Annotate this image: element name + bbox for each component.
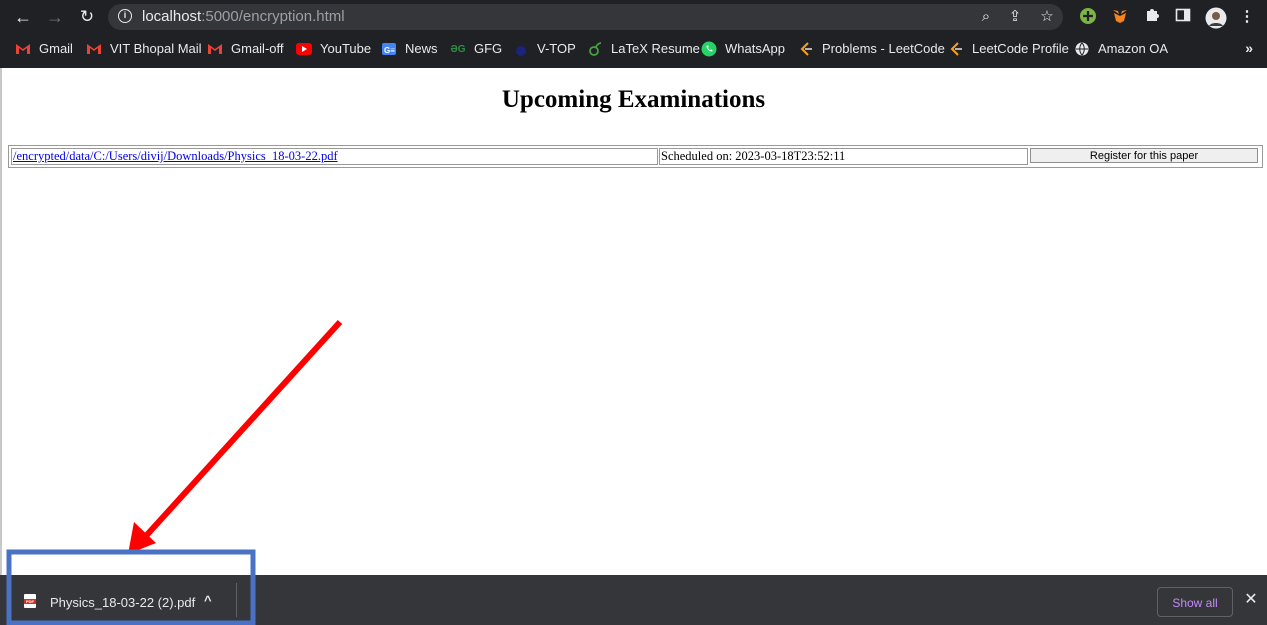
metamask-fox-icon[interactable] bbox=[1110, 7, 1130, 27]
bookmark-gfg[interactable]: ƏG GFG bbox=[450, 40, 502, 58]
show-all-button[interactable]: Show all bbox=[1157, 587, 1233, 617]
page-left-border bbox=[0, 68, 2, 575]
youtube-icon bbox=[296, 41, 312, 57]
zoom-icon[interactable]: ⌕ bbox=[977, 8, 995, 26]
bookmark-youtube[interactable]: YouTube bbox=[296, 40, 371, 58]
bookmark-gmail-off[interactable]: Gmail-off bbox=[207, 40, 284, 58]
exam-register-cell: Register for this paper bbox=[1029, 148, 1261, 165]
site-info-icon[interactable]: i bbox=[118, 9, 132, 23]
exam-file-link[interactable]: /encrypted/data/C:/Users/divij/Downloads… bbox=[13, 149, 338, 163]
register-button[interactable]: Register for this paper bbox=[1030, 148, 1258, 163]
menu-kebab-icon[interactable]: ⋮ bbox=[1237, 7, 1257, 27]
gmail-icon bbox=[15, 41, 31, 57]
bookmark-news[interactable]: G≡ News bbox=[381, 40, 438, 58]
forward-arrow-icon[interactable]: → bbox=[44, 6, 66, 28]
chevron-up-icon[interactable]: ^ bbox=[204, 593, 212, 609]
close-icon[interactable]: ✕ bbox=[1242, 591, 1260, 609]
bookmark-v-top[interactable]: V-TOP bbox=[513, 40, 576, 58]
extension-plus-icon[interactable] bbox=[1078, 7, 1098, 27]
leetcode-icon bbox=[948, 41, 964, 57]
exam-table: /encrypted/data/C:/Users/divij/Downloads… bbox=[8, 145, 1263, 168]
address-bar[interactable]: i localhost:5000/encryption.html ⌕ ⇪ ☆ bbox=[108, 4, 1063, 30]
overleaf-icon bbox=[587, 41, 603, 57]
bookmarks-bar: Gmail VIT Bhopal Mail Gmail-off YouTube … bbox=[0, 34, 1267, 64]
whatsapp-icon bbox=[701, 41, 717, 57]
bookmarks-overflow-chevron-icon[interactable]: » bbox=[1245, 40, 1253, 56]
browser-chrome: ← → ↻ i localhost:5000/encryption.html ⌕… bbox=[0, 0, 1267, 68]
profile-avatar-icon[interactable] bbox=[1205, 7, 1227, 29]
download-item[interactable]: PDF Physics_18-03-22 (2).pdf ^ bbox=[18, 575, 236, 625]
gmail-icon bbox=[86, 41, 102, 57]
pdf-file-icon: PDF bbox=[24, 594, 36, 608]
back-arrow-icon[interactable]: ← bbox=[12, 6, 34, 28]
bookmark-latex-resume[interactable]: LaTeX Resume bbox=[587, 40, 700, 58]
share-icon[interactable]: ⇪ bbox=[1006, 8, 1024, 26]
exam-file-cell: /encrypted/data/C:/Users/divij/Downloads… bbox=[11, 148, 658, 165]
vtop-icon bbox=[513, 41, 529, 57]
page-title: Upcoming Examinations bbox=[501, 86, 766, 113]
navigation-bar: ← → ↻ i localhost:5000/encryption.html ⌕… bbox=[0, 0, 1267, 34]
side-panel-icon[interactable] bbox=[1173, 7, 1193, 27]
bookmark-star-icon[interactable]: ☆ bbox=[1038, 8, 1056, 26]
url-text[interactable]: localhost:5000/encryption.html bbox=[142, 9, 345, 25]
bookmark-amazon-oa[interactable]: Amazon OA bbox=[1074, 40, 1168, 58]
download-file-name[interactable]: Physics_18-03-22 (2).pdf bbox=[50, 595, 195, 611]
gfg-icon: ƏG bbox=[450, 43, 466, 55]
gmail-icon bbox=[207, 41, 223, 57]
exam-schedule-cell: Scheduled on: 2023-03-18T23:52:11 bbox=[659, 148, 1028, 165]
annotation-arrow-shaft bbox=[142, 319, 343, 540]
bookmark-whatsapp[interactable]: WhatsApp bbox=[701, 40, 785, 58]
reload-icon[interactable]: ↻ bbox=[76, 6, 98, 28]
svg-text:G≡: G≡ bbox=[384, 46, 395, 55]
bookmark-vit-bhopal-mail[interactable]: VIT Bhopal Mail bbox=[86, 40, 202, 58]
google-news-icon: G≡ bbox=[381, 41, 397, 57]
globe-icon bbox=[1074, 41, 1090, 57]
download-divider bbox=[236, 583, 237, 617]
download-shelf: PDF Physics_18-03-22 (2).pdf ^ Show all … bbox=[0, 575, 1267, 625]
annotation-arrow-head bbox=[128, 522, 156, 554]
extensions-puzzle-icon[interactable] bbox=[1142, 7, 1162, 27]
bookmark-problems-leetcode[interactable]: Problems - LeetCode bbox=[798, 40, 945, 58]
leetcode-icon bbox=[798, 41, 814, 57]
bookmark-leetcode-profile[interactable]: LeetCode Profile bbox=[948, 40, 1069, 58]
bookmark-gmail[interactable]: Gmail bbox=[15, 40, 73, 58]
